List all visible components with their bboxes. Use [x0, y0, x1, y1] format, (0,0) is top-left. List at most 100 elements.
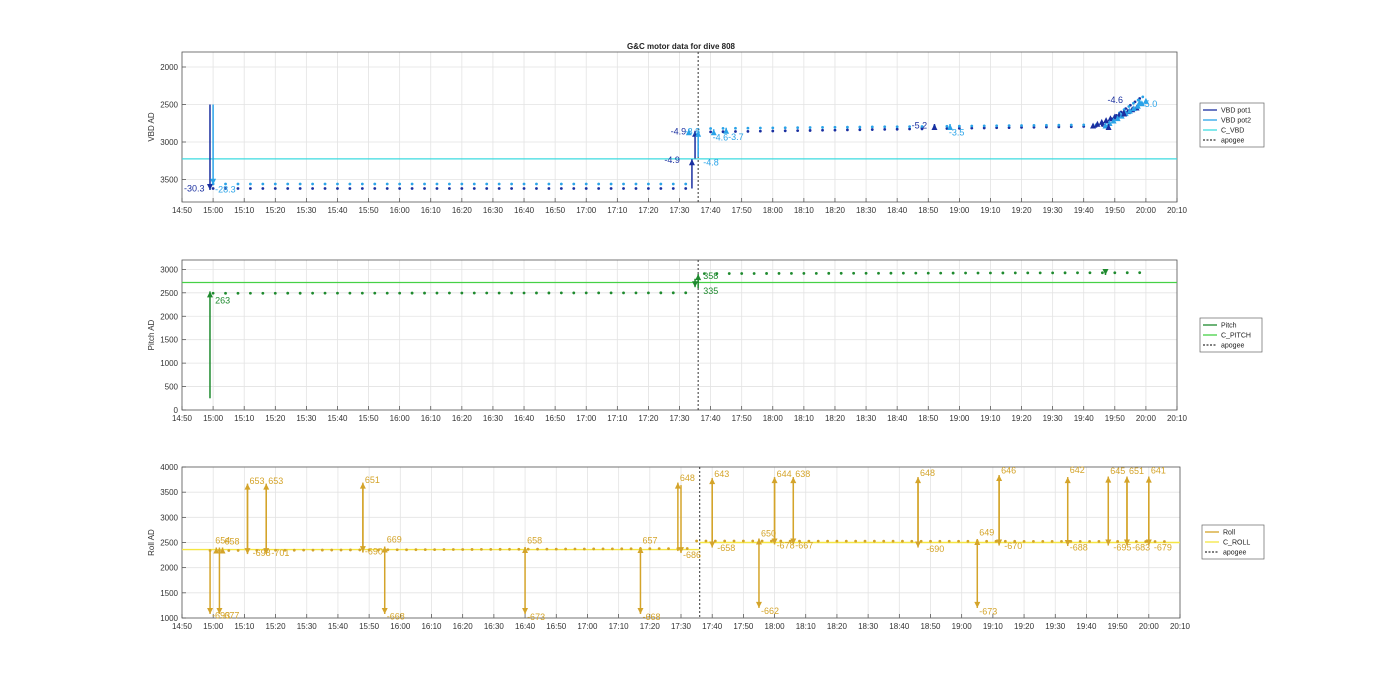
- data-point: [323, 291, 327, 295]
- x-tick-label: 19:20: [1014, 622, 1035, 631]
- data-point: [1088, 271, 1092, 275]
- x-tick-label: 15:00: [203, 622, 224, 631]
- x-tick-label: 17:30: [669, 206, 690, 215]
- x-tick-label: 17:40: [701, 414, 722, 423]
- data-point: [472, 187, 476, 190]
- data-point: [460, 291, 464, 295]
- data-point: [808, 126, 812, 129]
- data-point: [584, 182, 588, 186]
- x-tick-label: 18:00: [763, 414, 784, 423]
- y-axis-label: Pitch AD: [147, 319, 156, 350]
- y-tick-label: 0: [174, 406, 179, 415]
- data-point: [497, 182, 501, 186]
- data-point: [648, 547, 652, 551]
- data-point: [734, 126, 737, 130]
- arrow-label: -3.5: [949, 127, 965, 137]
- data-point: [489, 547, 493, 551]
- data-point: [535, 187, 538, 190]
- x-tick-label: 19:30: [1043, 414, 1064, 423]
- data-point: [559, 187, 563, 190]
- data-point: [1001, 271, 1005, 275]
- data-point: [336, 291, 339, 295]
- y-tick-label: 3000: [160, 265, 178, 274]
- data-point: [891, 539, 895, 543]
- x-tick-label: 15:10: [234, 206, 255, 215]
- data-point: [982, 124, 986, 128]
- arrow-label: -5.2: [912, 121, 928, 131]
- x-tick-label: 17:50: [733, 622, 754, 631]
- data-point: [1032, 539, 1035, 543]
- data-point: [790, 272, 793, 275]
- y-tick-label: 1500: [160, 336, 178, 345]
- data-point: [451, 548, 455, 551]
- arrow-label: -688: [1070, 543, 1088, 553]
- data-point: [311, 182, 314, 186]
- x-tick-label: 17:10: [607, 206, 628, 215]
- data-point: [802, 271, 806, 275]
- x-tick-label: 18:20: [827, 622, 848, 631]
- arrow-label: -658: [717, 543, 735, 553]
- data-point: [311, 291, 314, 295]
- data-point: [423, 291, 426, 295]
- data-point: [510, 291, 513, 295]
- x-tick-label: 18:00: [765, 622, 786, 631]
- data-point: [746, 126, 750, 130]
- x-tick-label: 15:50: [359, 414, 380, 423]
- x-tick-label: 16:40: [515, 622, 536, 631]
- x-tick-label: 17:10: [609, 622, 630, 631]
- x-tick-label: 19:00: [949, 206, 970, 215]
- arrow-label: 648: [920, 468, 935, 478]
- data-point: [298, 182, 302, 186]
- data-point: [846, 125, 849, 129]
- data-point: [273, 182, 277, 186]
- data-point: [1007, 124, 1011, 128]
- data-point: [741, 539, 745, 543]
- y-axis-label: Roll AD: [147, 529, 156, 556]
- data-point: [536, 547, 539, 551]
- data-point: [1138, 271, 1142, 275]
- x-tick-label: 18:50: [918, 414, 939, 423]
- x-tick-label: 18:40: [887, 414, 908, 423]
- data-point: [423, 548, 427, 552]
- data-point: [572, 187, 576, 190]
- data-point: [460, 187, 464, 190]
- x-tick-label: 15:40: [328, 622, 349, 631]
- data-point: [1051, 271, 1055, 275]
- data-point: [908, 125, 911, 128]
- data-point: [814, 271, 818, 275]
- y-tick-label: 500: [165, 383, 179, 392]
- data-point: [336, 187, 339, 190]
- legend-entry: apogee: [1221, 343, 1244, 350]
- arrow-label: -3.7: [728, 132, 744, 142]
- data-point: [373, 182, 377, 186]
- x-tick-label: 14:50: [172, 622, 193, 631]
- arrow-label: -683: [1132, 543, 1150, 553]
- arrow-label: 335: [703, 286, 718, 296]
- data-point: [901, 539, 904, 543]
- y-tick-label: 1000: [160, 614, 178, 623]
- data-point: [584, 187, 588, 190]
- legend-entry: apogee: [1221, 138, 1244, 145]
- data-point: [405, 548, 408, 552]
- data-point: [976, 271, 980, 275]
- arrow-label: 653: [268, 476, 283, 486]
- data-point: [622, 291, 625, 295]
- data-point: [360, 187, 364, 190]
- y-tick-label: 4000: [160, 463, 178, 472]
- data-point: [554, 547, 558, 551]
- x-tick-label: 16:40: [514, 206, 535, 215]
- x-tick-label: 18:10: [794, 414, 815, 423]
- arrow-label: -4.6: [713, 133, 729, 143]
- x-tick-label: 16:10: [421, 414, 442, 423]
- data-point: [330, 548, 334, 552]
- data-point: [423, 187, 426, 190]
- data-point: [870, 125, 874, 129]
- data-point: [844, 539, 848, 543]
- data-point: [634, 187, 638, 190]
- arrow-label: -670: [1004, 541, 1022, 551]
- arrow-label: -4.6: [1107, 95, 1123, 105]
- data-point: [1113, 271, 1117, 275]
- data-point: [609, 182, 613, 186]
- x-tick-label: 19:20: [1012, 414, 1033, 423]
- data-point: [298, 291, 302, 295]
